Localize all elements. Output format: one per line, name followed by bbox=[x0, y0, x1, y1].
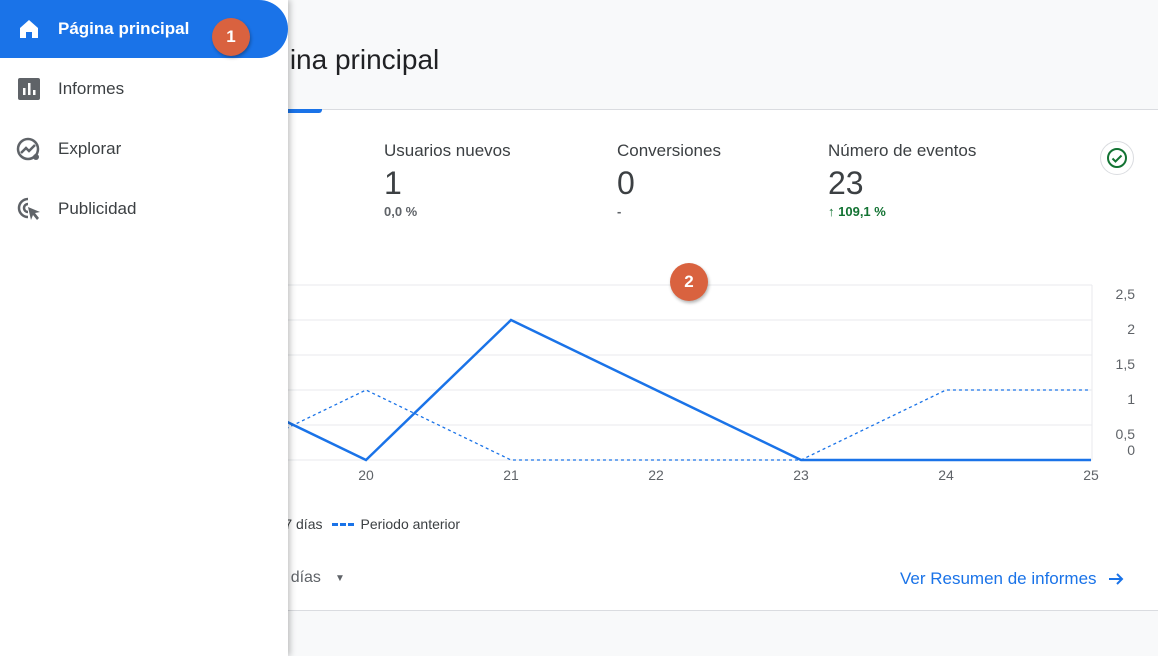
metric-change: 109,1 % bbox=[838, 204, 886, 219]
step-badge-1: 1 bbox=[212, 18, 250, 56]
home-icon bbox=[20, 20, 38, 38]
sidebar-item-label: Informes bbox=[58, 79, 125, 98]
sidebar-item-advertising[interactable]: Publicidad bbox=[0, 180, 288, 238]
metric-value: 23 bbox=[828, 165, 864, 201]
arrow-right-icon bbox=[1108, 573, 1123, 585]
sidebar-item-explore[interactable]: Explorar bbox=[0, 120, 288, 178]
x-tick-label: 21 bbox=[503, 467, 519, 483]
y-tick-label: 0,5 bbox=[1116, 426, 1136, 442]
view-reports-summary-link[interactable]: Ver Resumen de informes bbox=[900, 569, 1125, 589]
x-tick-label: 25 bbox=[1083, 467, 1099, 483]
metric-change: 0,0 % bbox=[384, 204, 418, 219]
x-tick-label: 24 bbox=[938, 467, 954, 483]
sidebar-item-label: Página principal bbox=[58, 19, 190, 38]
step-badge-2: 2 bbox=[670, 263, 708, 301]
explore-icon bbox=[16, 137, 40, 161]
x-tick-label: 23 bbox=[793, 467, 809, 483]
advertising-icon bbox=[17, 197, 40, 220]
link-label: Ver Resumen de informes bbox=[900, 569, 1097, 588]
data-quality-check-button[interactable] bbox=[1100, 141, 1134, 175]
metric-label: Conversiones bbox=[617, 141, 721, 160]
metric-value: 1 bbox=[384, 165, 402, 201]
metric-label: Número de eventos bbox=[828, 141, 977, 160]
metric-change: - bbox=[617, 204, 622, 219]
metric-event-count[interactable]: Número de eventos 23 ↑ 109,1 % bbox=[828, 141, 976, 219]
legend-previous: Periodo anterior bbox=[360, 516, 461, 532]
metric-conversions[interactable]: Conversiones 0 - bbox=[617, 141, 721, 219]
metric-label: Usuarios nuevos bbox=[384, 141, 511, 160]
caret-down-icon: ▼ bbox=[334, 572, 345, 584]
y-tick-label: 2,5 bbox=[1116, 286, 1136, 302]
check-circle-icon bbox=[1107, 148, 1127, 168]
metric-value: 0 bbox=[617, 165, 635, 201]
x-tick-label: 20 bbox=[358, 467, 374, 483]
y-tick-label: 0 bbox=[1127, 442, 1135, 458]
y-tick-label: 1 bbox=[1127, 391, 1135, 407]
metric-new-users[interactable]: Usuarios nuevos 1 0,0 % bbox=[384, 141, 511, 219]
y-tick-label: 1,5 bbox=[1116, 356, 1136, 372]
sidebar: Página principal Informes Explorar Publi… bbox=[0, 0, 288, 656]
bar-chart-icon bbox=[18, 78, 40, 100]
sidebar-item-label: Explorar bbox=[58, 139, 122, 158]
x-tick-label: 22 bbox=[648, 467, 664, 483]
arrow-up-icon: ↑ bbox=[828, 204, 835, 219]
sidebar-item-label: Publicidad bbox=[58, 199, 137, 218]
sidebar-item-reports[interactable]: Informes bbox=[0, 60, 288, 118]
y-tick-label: 2 bbox=[1127, 321, 1135, 337]
legend-dashed-swatch bbox=[332, 522, 355, 526]
